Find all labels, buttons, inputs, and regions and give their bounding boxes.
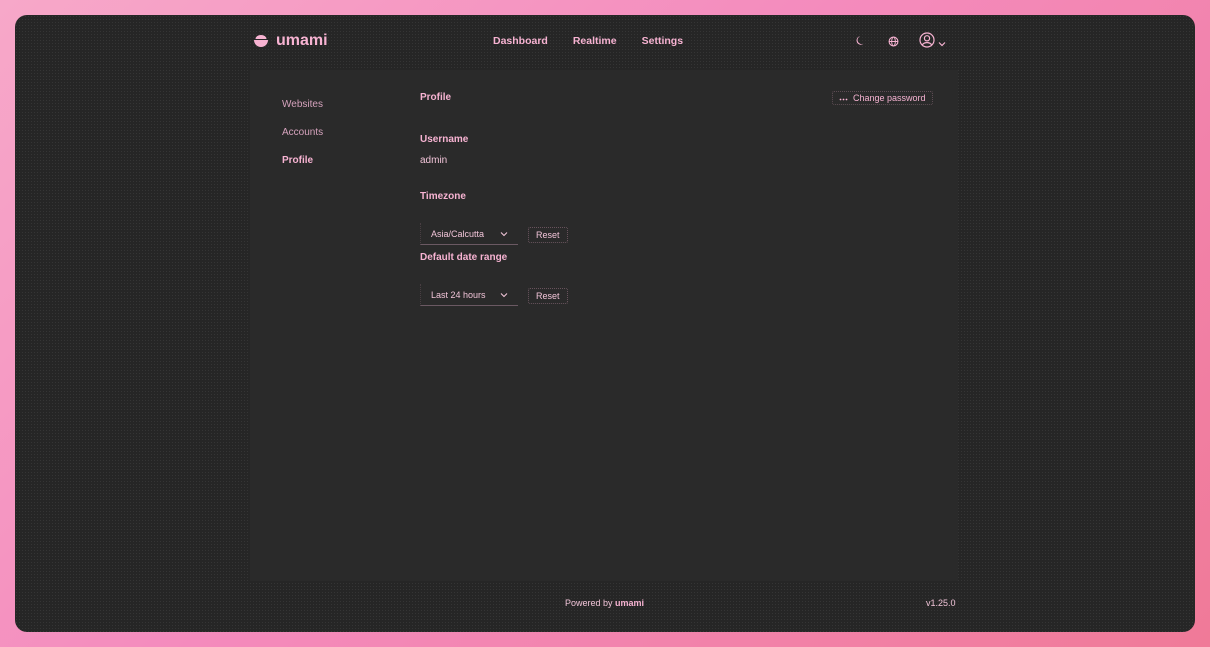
change-password-label: Change password [853,93,926,103]
language-button[interactable] [883,33,903,53]
moon-icon [855,34,867,52]
timezone-value: Asia/Calcutta [431,228,485,239]
chevron-down-icon [500,290,508,300]
nav-actions [851,32,946,53]
theme-toggle-button[interactable] [851,33,871,53]
powered-by: Powered by umami [565,598,644,608]
powered-by-prefix: Powered by [565,598,613,608]
settings-sidebar: Websites Accounts Profile [282,99,323,168]
footer: Powered by umami v1.25.0 [15,598,1195,612]
nav-dashboard[interactable]: Dashboard [493,35,548,47]
version-label: v1.25.0 [926,598,956,608]
brand-name: umami [276,32,328,49]
username-label: Username [420,134,469,145]
dots-icon [839,93,848,103]
brand-logo[interactable]: umami [253,32,328,50]
change-password-button[interactable]: Change password [832,91,933,105]
top-nav: umami Dashboard Realtime Settings [15,15,1195,69]
nav-settings[interactable]: Settings [642,35,683,47]
sidebar-item-profile[interactable]: Profile [282,155,323,168]
timezone-reset-button[interactable]: Reset [528,227,568,243]
timezone-label: Timezone [420,191,466,202]
user-icon [919,32,935,53]
timezone-select[interactable]: Asia/Calcutta [420,223,518,245]
user-menu-button[interactable] [919,32,946,53]
chevron-down-icon [500,229,508,239]
sidebar-item-websites[interactable]: Websites [282,99,323,112]
date-range-select[interactable]: Last 24 hours [420,284,518,306]
date-range-label: Default date range [420,252,508,263]
umami-logo-icon [253,34,269,48]
profile-content: Profile Change password Username admin T… [420,91,940,306]
chevron-down-icon [938,34,946,52]
settings-panel: Websites Accounts Profile Profile Change… [250,70,958,581]
powered-by-link[interactable]: umami [615,598,644,608]
date-range-value: Last 24 hours [431,289,486,300]
main-menu: Dashboard Realtime Settings [493,35,683,47]
sidebar-item-accounts[interactable]: Accounts [282,127,323,140]
username-value: admin [420,155,448,166]
nav-realtime[interactable]: Realtime [573,35,617,47]
app-window: umami Dashboard Realtime Settings Websit… [15,15,1195,632]
globe-icon [888,34,899,52]
date-range-reset-button[interactable]: Reset [528,288,568,304]
